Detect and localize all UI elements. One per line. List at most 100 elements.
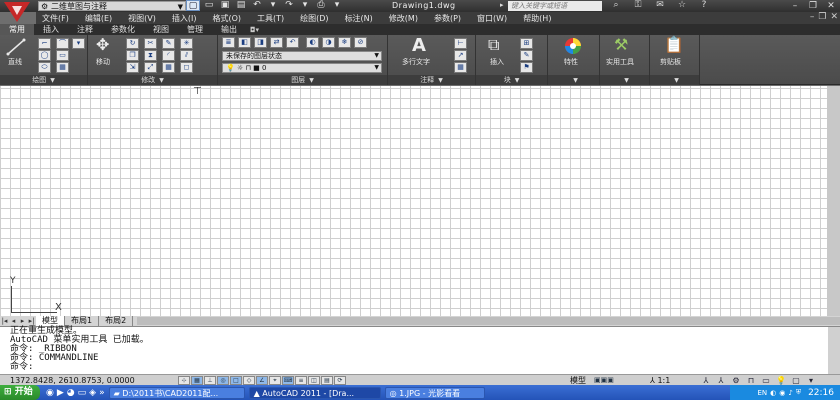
erase-icon[interactable]: ✎ (162, 38, 175, 49)
command-scrollbar[interactable] (828, 327, 840, 375)
search-expand-icon[interactable]: ▸ (500, 1, 504, 9)
panel-modify-title[interactable]: 修改 ▼ (88, 75, 217, 85)
security-icon[interactable]: ⛨ (796, 388, 801, 397)
grid-display-icon[interactable]: ▦ (191, 376, 203, 385)
panel-clipboard-title[interactable]: ▼ (650, 75, 699, 85)
layer-match-icon[interactable]: ⇄ (270, 37, 283, 48)
layer-freeze-icon[interactable]: ❄ (338, 37, 351, 48)
menu-format[interactable]: 格式(O) (204, 13, 249, 24)
chat-icon[interactable]: ◕ (67, 388, 75, 398)
break-icon[interactable]: ◻ (180, 62, 193, 73)
tab-layout2[interactable]: 布局2 (99, 316, 134, 326)
redo-icon[interactable]: ↷ (282, 0, 296, 11)
panel-properties-title[interactable]: ▼ (548, 75, 599, 85)
close-icon[interactable]: ✕ (822, 0, 840, 12)
panel-annotation-title[interactable]: 注释 ▼ (388, 75, 475, 85)
panel-draw-title[interactable]: 绘图 ▼ (0, 75, 87, 85)
browser-icon[interactable]: ◉ (46, 388, 54, 398)
plot-icon[interactable]: ⎙ (314, 0, 328, 11)
horizontal-scrollbar[interactable] (137, 317, 840, 325)
tab-output[interactable]: 输出 (212, 24, 246, 35)
restore-icon[interactable]: ❐ (804, 0, 822, 12)
selection-cycling-icon[interactable]: ⟳ (334, 376, 346, 385)
minimize-icon[interactable]: – (786, 0, 804, 12)
last-tab-icon[interactable]: ▸| (27, 317, 36, 325)
polar-tracking-icon[interactable]: ◎ (217, 376, 229, 385)
annotation-visibility-icon[interactable]: ⅄ (700, 376, 712, 385)
layer-unisolate-icon[interactable]: ◑ (322, 37, 335, 48)
taskbar-explorer-button[interactable]: ▰ D:\2011书\CAD2011配... (108, 386, 245, 399)
tab-manage[interactable]: 管理 (178, 24, 212, 35)
application-menu-button[interactable] (2, 0, 32, 24)
ellipse-icon[interactable]: ⬭ (38, 62, 51, 73)
mirror-icon[interactable]: ⧗ (144, 50, 157, 61)
doc-minimize-icon[interactable]: – (810, 12, 815, 22)
lineweight-icon[interactable]: ≡ (295, 376, 307, 385)
move-button[interactable]: 移动 (96, 57, 110, 67)
clean-screen-icon[interactable]: ▢ (790, 376, 802, 385)
undo-dropdown-icon[interactable]: ▾ (266, 0, 280, 11)
status-menu-icon[interactable]: ▾ (805, 376, 817, 385)
layer-off-icon[interactable]: ⊘ (354, 37, 367, 48)
customize-qat-icon[interactable]: ▾ (330, 0, 344, 11)
search-icon[interactable]: ⌕ (608, 0, 624, 10)
tab-home[interactable]: 常用 (0, 24, 34, 35)
object-snap-icon[interactable]: □ (230, 376, 242, 385)
dynamic-input-icon[interactable]: ⌨ (282, 376, 294, 385)
layout-view-icons[interactable]: ▣▣▣ (594, 376, 614, 384)
layer-state-icon[interactable]: ◧ (238, 37, 251, 48)
polyline-icon[interactable]: ⌐ (38, 38, 51, 49)
taskbar-autocad-button[interactable]: ▲ AutoCAD 2011 - [Dra... (248, 386, 381, 399)
search-input[interactable]: 键入关键字或短语 (508, 1, 602, 11)
dimension-icon[interactable]: ⊢ (454, 38, 467, 49)
offset-icon[interactable]: ⫽ (180, 50, 193, 61)
language-indicator[interactable]: EN (757, 389, 767, 397)
hardware-acceleration-icon[interactable]: ▭ (760, 376, 772, 385)
clipboard-button[interactable]: 剪贴板 (660, 57, 681, 67)
start-button[interactable]: ⊞ 开始 (0, 385, 40, 400)
panel-layers-title[interactable]: 图层 ▼ (218, 75, 387, 85)
leader-icon[interactable]: ↗ (454, 50, 467, 61)
line-button[interactable]: 直线 (8, 57, 22, 67)
create-block-icon[interactable]: ⊞ (520, 38, 533, 49)
array-icon[interactable]: ▦ (162, 62, 175, 73)
hatch-icon[interactable]: ▦ (56, 62, 69, 73)
isolate-objects-icon[interactable]: 💡 (775, 376, 787, 385)
mtext-button[interactable]: 多行文字 (402, 57, 430, 67)
layer-state-dropdown[interactable]: 未保存的图层状态 ▼ (222, 51, 382, 61)
explode-icon[interactable]: ✳ (180, 38, 193, 49)
menu-insert[interactable]: 插入(I) (164, 13, 205, 24)
menu-tools[interactable]: 工具(T) (249, 13, 292, 24)
fillet-icon[interactable]: ◜ (162, 50, 175, 61)
save-icon[interactable]: ▣ (218, 0, 232, 11)
undo-icon[interactable]: ↶ (250, 0, 264, 11)
layer-isolate-icon[interactable]: ◐ (306, 37, 319, 48)
stretch-icon[interactable]: ⇲ (126, 62, 139, 73)
taskbar-image-viewer-button[interactable]: ◎ 1.JPG - 光影看看 (384, 386, 485, 399)
drawing-canvas[interactable] (0, 86, 827, 316)
more-launch-icon[interactable]: » (99, 388, 105, 398)
first-tab-icon[interactable]: |◂ (0, 317, 9, 325)
workspace-switch-icon[interactable]: ⚙ (730, 376, 742, 385)
desktop-icon[interactable]: ▭ (78, 388, 87, 398)
menu-parametric[interactable]: 参数(P) (426, 13, 469, 24)
table-icon[interactable]: ▦ (454, 62, 467, 73)
doc-restore-icon[interactable]: ❐ (818, 12, 826, 22)
prev-tab-icon[interactable]: ◂ (9, 317, 18, 325)
workspace-switcher[interactable]: ⚙ 二维草图与注释 ▼ (38, 1, 186, 11)
arc-icon[interactable]: ⌒ (56, 38, 69, 49)
app-icon[interactable]: ◈ (89, 388, 96, 398)
ortho-mode-icon[interactable]: ⊥ (204, 376, 216, 385)
edit-attributes-icon[interactable]: ⚑ (520, 62, 533, 73)
media-icon[interactable]: ▶ (57, 388, 64, 398)
transparency-icon[interactable]: ◫ (308, 376, 320, 385)
redo-dropdown-icon[interactable]: ▾ (298, 0, 312, 11)
communication-icon[interactable]: ✉ (652, 0, 668, 10)
object-snap-tracking-icon[interactable]: ∠ (256, 376, 268, 385)
open-folder-icon[interactable]: ▭ (202, 0, 216, 11)
network-icon[interactable]: ◉ (779, 389, 785, 397)
make-current-icon[interactable]: ◨ (254, 37, 267, 48)
menu-view[interactable]: 视图(V) (120, 13, 164, 24)
draw-more-icon[interactable]: ▾ (72, 38, 85, 49)
snap-mode-icon[interactable]: ⊹ (178, 376, 190, 385)
